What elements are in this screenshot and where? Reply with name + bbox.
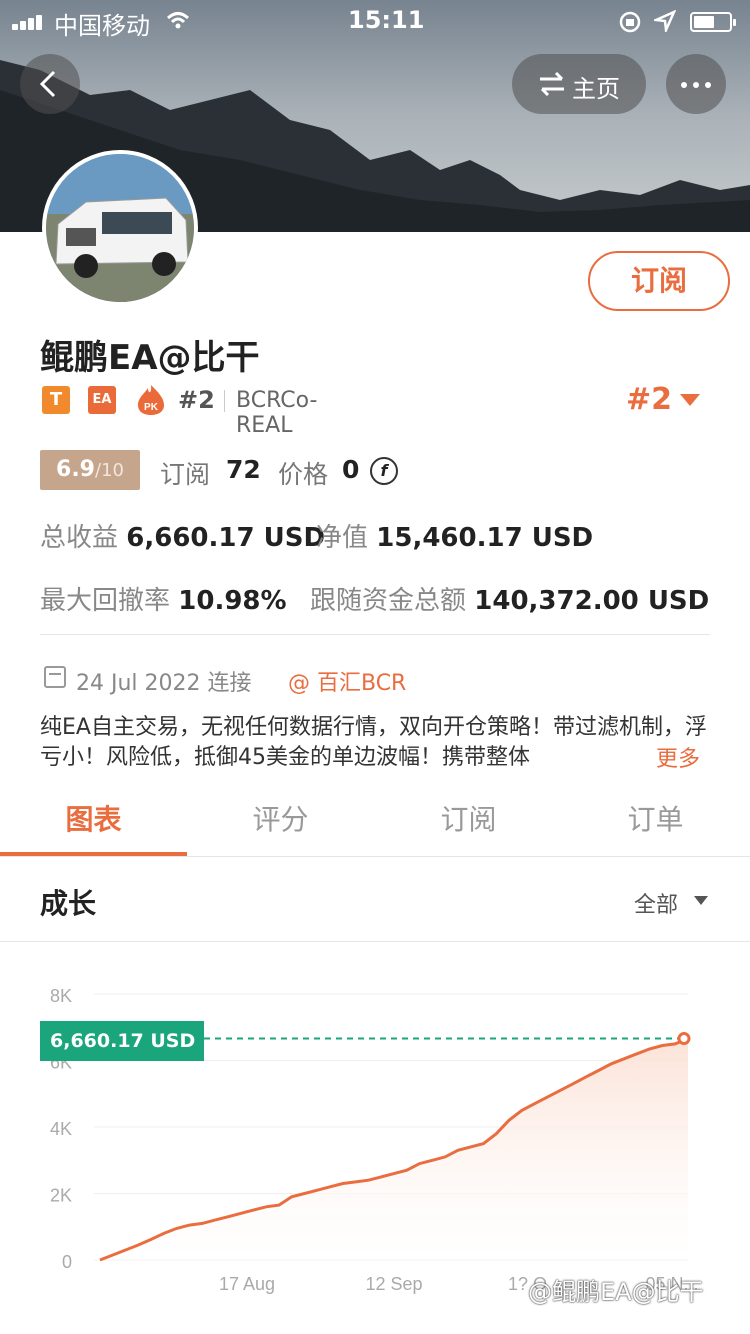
signal-icon	[12, 14, 46, 30]
follow-total: 跟随资金总额 140,372.00 USD	[310, 580, 709, 617]
back-button[interactable]	[20, 54, 80, 114]
coin-icon: f	[370, 457, 398, 485]
total-profit-value: 6,660.17 USD	[126, 523, 326, 553]
x-tick-label: 12 Sep	[365, 1274, 422, 1294]
carrier-name: 中国移动	[54, 12, 150, 40]
chevron-left-icon	[39, 70, 56, 98]
y-tick-label: 0	[62, 1252, 72, 1272]
divider	[40, 634, 710, 635]
y-tick-label: 8K	[50, 986, 72, 1006]
divider	[224, 390, 225, 412]
max-drawdown-value: 10.98%	[178, 586, 287, 616]
net-value-label: 净值	[316, 523, 369, 553]
pk-label: PK	[144, 402, 159, 413]
score-value: 6.9	[56, 457, 95, 482]
more-dots-icon	[681, 82, 687, 88]
total-profit: 总收益 6,660.17 USD	[40, 517, 325, 554]
max-drawdown: 最大回撤率 10.98%	[40, 580, 287, 617]
y-tick-label: 4K	[50, 1119, 72, 1139]
tab-rating[interactable]: 评分	[187, 798, 374, 838]
follow-total-value: 140,372.00 USD	[474, 586, 710, 616]
broker-link[interactable]: @ 百汇BCR	[288, 665, 406, 697]
strategy-description: 纯EA自主交易，无视任何数据行情，双向开仓策略！带过滤机制，浮亏小！风险低，抵御…	[40, 715, 707, 770]
badge-ea-icon: EA	[88, 386, 116, 414]
wifi-icon	[166, 12, 190, 29]
tab-chart[interactable]: 图表	[0, 798, 187, 838]
orientation-lock-icon	[619, 11, 641, 33]
pk-flame-icon: PK	[136, 384, 166, 416]
switch-arrows-icon	[540, 72, 564, 96]
divider	[0, 856, 750, 857]
follow-total-label: 跟随资金总额	[310, 586, 467, 616]
more-options-button[interactable]	[666, 54, 726, 114]
home-button-label: 主页	[572, 75, 620, 103]
more-link[interactable]: 更多	[656, 741, 701, 773]
price-label: 价格	[278, 460, 329, 489]
watermark: @鲲鹏EA@比干	[528, 1278, 704, 1306]
price-value: 0	[342, 455, 360, 484]
range-filter-dropdown[interactable]: 全部	[634, 887, 678, 919]
caret-down-icon[interactable]	[694, 896, 708, 905]
caret-down-icon[interactable]	[680, 394, 700, 406]
x-tick-label: 17 Aug	[219, 1274, 275, 1294]
server-name: BCRCo-REAL	[236, 388, 318, 438]
tab-bar: 图表 评分 订阅 订单	[0, 790, 750, 856]
net-value: 净值 15,460.17 USD	[316, 517, 593, 554]
tab-subscriptions[interactable]: 订阅	[375, 798, 562, 838]
battery-icon	[690, 12, 736, 32]
total-profit-label: 总收益	[40, 523, 119, 553]
subscriptions-value: 72	[226, 455, 261, 484]
y-tick-label: 2K	[50, 1186, 72, 1206]
avatar[interactable]	[42, 150, 198, 306]
clock: 15:11	[348, 6, 425, 34]
score-max: /10	[95, 460, 124, 481]
score-badge: 6.9/10	[40, 450, 140, 490]
net-value-value: 15,460.17 USD	[376, 523, 594, 553]
subscribe-button[interactable]: 订阅	[588, 251, 730, 311]
subscriptions-label: 订阅	[160, 460, 211, 489]
current-value-tag: 6,660.17 USD	[40, 1021, 204, 1061]
home-button[interactable]: 主页	[512, 54, 646, 114]
max-drawdown-label: 最大回撤率	[40, 586, 171, 616]
current-value-dot	[677, 1032, 691, 1046]
status-bar: 中国移动 15:11	[0, 0, 750, 40]
location-arrow-icon	[654, 10, 676, 32]
connection-date: 24 Jul 2022 连接	[76, 671, 252, 696]
badge-t-icon: T	[42, 386, 70, 414]
rank-dropdown[interactable]: #2	[626, 382, 672, 417]
trader-name: 鲲鹏EA@比干	[40, 338, 260, 378]
avatar-van-image	[46, 154, 194, 302]
calendar-icon	[44, 666, 66, 688]
rank-small: #2	[178, 386, 215, 414]
section-title: 成长	[40, 887, 97, 920]
tab-orders[interactable]: 订单	[562, 798, 749, 838]
